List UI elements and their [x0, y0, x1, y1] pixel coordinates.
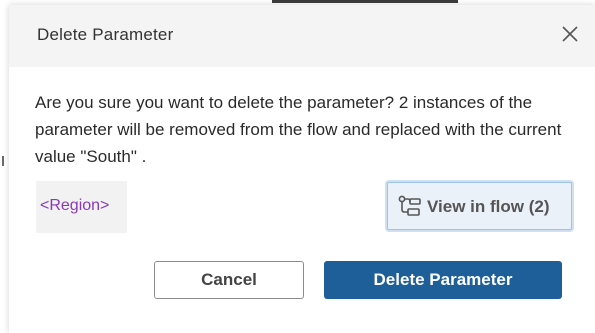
delete-parameter-button-label: Delete Parameter [373, 270, 513, 289]
delete-parameter-button[interactable]: Delete Parameter [324, 261, 562, 299]
cancel-button[interactable]: Cancel [154, 261, 304, 299]
window-top-edge [272, 0, 458, 3]
cancel-button-label: Cancel [201, 270, 257, 289]
delete-parameter-dialog: Delete Parameter Are you sure you want t… [9, 5, 595, 333]
dialog-title: Delete Parameter [37, 25, 174, 44]
close-button[interactable] [557, 21, 583, 47]
parameter-link[interactable]: <Region> [40, 197, 109, 215]
view-in-flow-button[interactable]: View in flow (2) [387, 182, 572, 230]
dialog-message: Are you sure you want to delete the para… [35, 93, 562, 166]
page: Delete Parameter Are you sure you want t… [0, 0, 595, 333]
flow-icon [398, 195, 421, 216]
parameter-chip: <Region> [36, 181, 127, 233]
close-icon [562, 26, 578, 42]
view-in-flow-label: View in flow (2) [427, 197, 550, 216]
background-mark [2, 156, 4, 166]
dialog-header: Delete Parameter [9, 5, 595, 67]
